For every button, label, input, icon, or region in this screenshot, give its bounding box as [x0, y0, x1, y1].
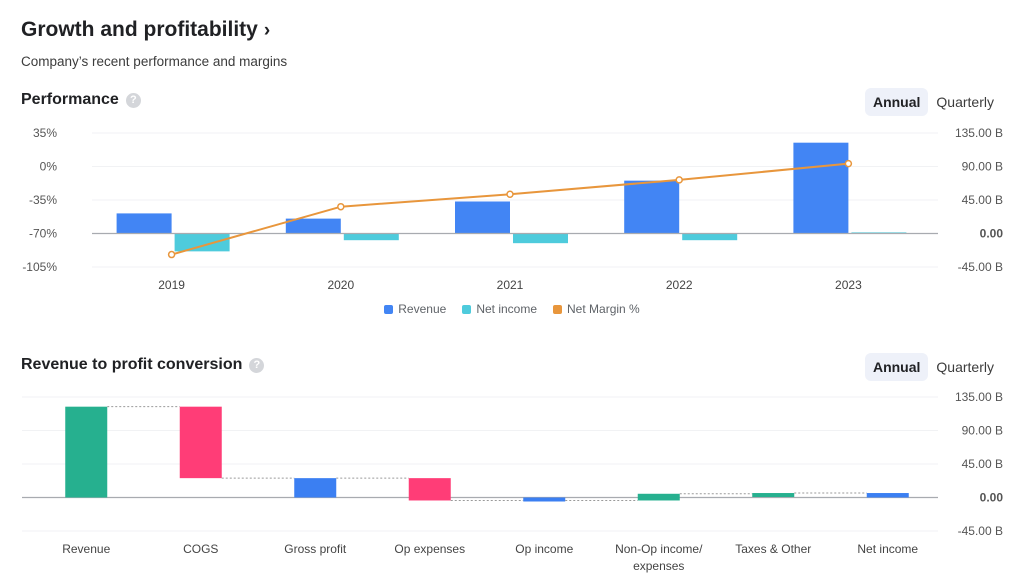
- x-axis-tick: Net income: [857, 542, 918, 556]
- x-axis-tick: Taxes & Other: [735, 542, 811, 556]
- x-axis-tick: Non-Op income/: [615, 542, 703, 556]
- waterfall-bar: [637, 493, 680, 501]
- x-axis-tick: Gross profit: [284, 542, 347, 556]
- waterfall-bar: [179, 406, 222, 479]
- right-axis-tick: 0.00: [980, 491, 1004, 505]
- x-axis-tick: Op expenses: [394, 542, 465, 556]
- waterfall-bar: [866, 493, 909, 498]
- x-axis-tick: COGS: [183, 542, 218, 556]
- right-axis-tick: 90.00 B: [962, 424, 1003, 438]
- x-axis-tick: Revenue: [62, 542, 110, 556]
- waterfall-bar: [752, 493, 795, 498]
- right-axis-tick: -45.00 B: [958, 524, 1003, 538]
- waterfall-bar: [523, 497, 566, 502]
- waterfall-bar: [294, 478, 337, 498]
- conversion-waterfall-chart: 135.00 B 90.00 B 45.00 B 0.00 -45.00 B Revenu…: [22, 390, 1004, 573]
- x-axis-tick: expenses: [633, 559, 684, 573]
- waterfall-bar: [65, 406, 108, 498]
- waterfall-bar: [408, 478, 451, 501]
- right-axis-tick: 45.00 B: [962, 457, 1003, 471]
- x-axis-tick: Op income: [515, 542, 573, 556]
- right-axis-tick: 135.00 B: [955, 390, 1003, 404]
